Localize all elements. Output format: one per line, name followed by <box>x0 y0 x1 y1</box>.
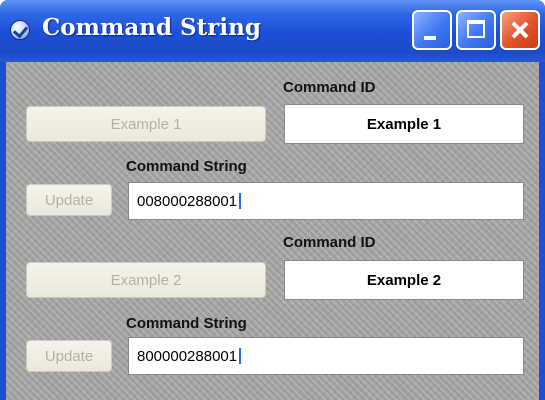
command-id-label-2: Command ID <box>283 234 376 251</box>
text-caret <box>239 348 242 364</box>
command-string-label-2: Command String <box>126 315 247 332</box>
title-bar[interactable]: Command String <box>0 0 545 62</box>
minimize-icon <box>424 36 436 40</box>
maximize-button[interactable] <box>456 10 496 50</box>
minimize-button[interactable] <box>412 10 452 50</box>
command-string-value-1: 008000288001 <box>137 192 238 210</box>
app-check-icon <box>10 20 30 40</box>
command-string-field-2[interactable]: 800000288001 <box>128 337 524 375</box>
close-icon <box>502 12 538 48</box>
update-button-1[interactable]: Update <box>26 184 112 216</box>
command-string-value-2: 800000288001 <box>137 347 238 365</box>
maximize-icon <box>467 20 485 38</box>
update-button-2[interactable]: Update <box>26 340 112 372</box>
command-string-window: Command String Command ID Example 1 Exam… <box>0 0 545 400</box>
command-string-field-1[interactable]: 008000288001 <box>128 182 524 220</box>
command-id-value-2: Example 2 <box>366 271 442 289</box>
command-id-value-1: Example 1 <box>366 115 442 133</box>
example-2-button[interactable]: Example 2 <box>26 262 266 298</box>
command-string-label-1: Command String <box>126 158 247 175</box>
close-button[interactable] <box>500 10 540 50</box>
command-id-field-1[interactable]: Example 1 <box>284 104 524 144</box>
text-caret <box>239 193 242 209</box>
command-id-label-1: Command ID <box>283 79 376 96</box>
client-area: Command ID Example 1 Example 1 Command S… <box>6 62 539 400</box>
command-id-field-2[interactable]: Example 2 <box>284 260 524 300</box>
example-1-button[interactable]: Example 1 <box>26 106 266 142</box>
window-title: Command String <box>42 14 261 41</box>
